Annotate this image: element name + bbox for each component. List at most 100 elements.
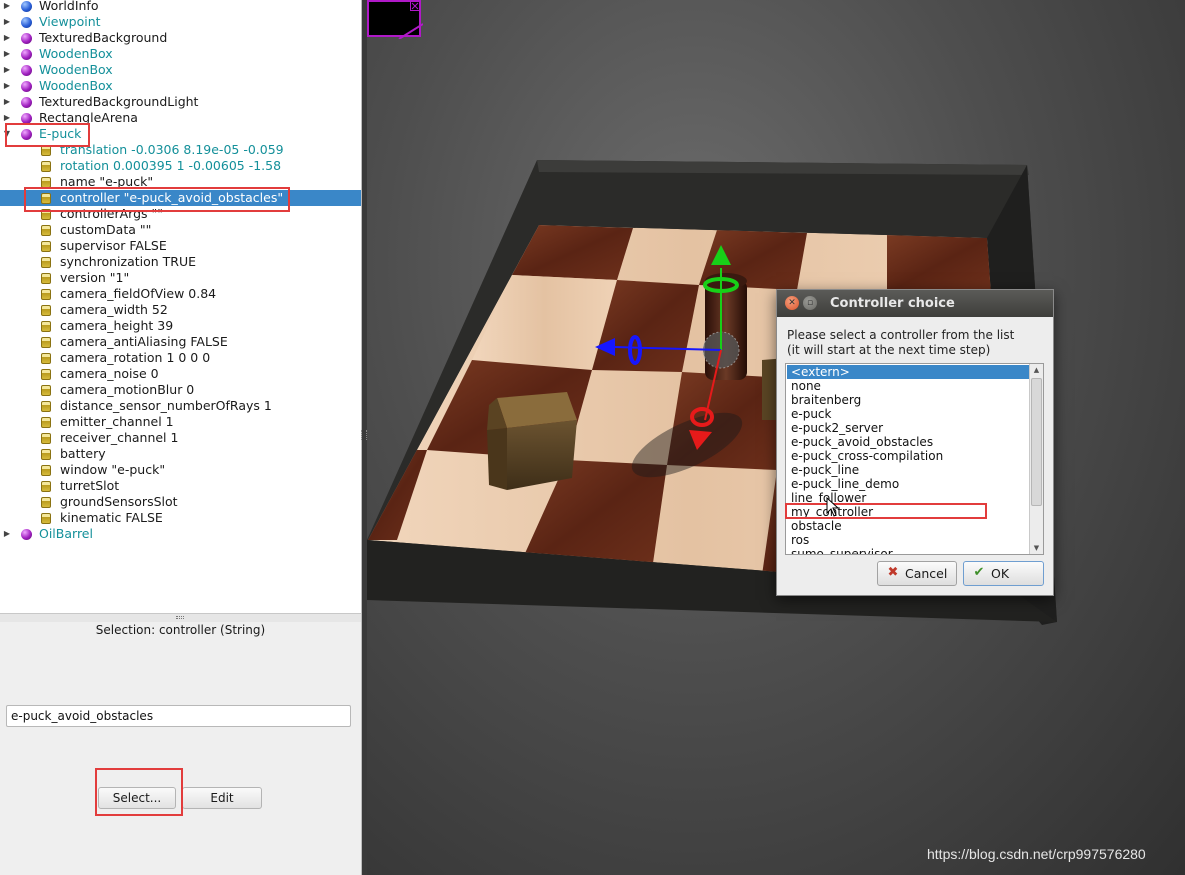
scene-tree[interactable]: ▶ WorldInfo ▶ Viewpoint ▶ TexturedBackground ▶… (0, 0, 361, 614)
tree-row-label: emitter_channel 1 (60, 414, 174, 429)
mouse-cursor-icon (826, 497, 840, 517)
ok-button[interactable]: ✔ OK (963, 561, 1044, 586)
tree-row[interactable]: ▶ RectangleArena (0, 110, 361, 126)
controller-list-item[interactable]: e-puck_avoid_obstacles (787, 435, 1029, 449)
minimize-icon[interactable]: ▫ (803, 296, 817, 310)
edit-button[interactable]: Edit (182, 787, 262, 809)
controller-value-field[interactable]: e-puck_avoid_obstacles (6, 705, 351, 727)
tree-splitter[interactable] (0, 614, 361, 622)
field-icon (41, 449, 51, 460)
tree-row[interactable]: version "1" (0, 270, 361, 286)
controller-list-item[interactable]: e-puck (787, 407, 1029, 421)
dialog-titlebar[interactable]: ✕ ▫ Controller choice (777, 290, 1053, 317)
watermark: https://blog.csdn.net/crp997576280 (927, 846, 1146, 862)
controller-list-item[interactable]: line_follower (787, 491, 1029, 505)
tree-row[interactable]: groundSensorsSlot (0, 494, 361, 510)
collapsed-arrow-icon[interactable]: ▶ (2, 526, 12, 542)
tree-row[interactable]: distance_sensor_numberOfRays 1 (0, 398, 361, 414)
collapsed-arrow-icon[interactable]: ▶ (2, 0, 12, 14)
controller-list-item[interactable]: sumo_supervisor (787, 547, 1029, 554)
collapsed-arrow-icon[interactable]: ▶ (2, 78, 12, 94)
tree-row[interactable]: ▶ WoodenBox (0, 62, 361, 78)
controller-list-item[interactable]: e-puck_cross-compilation (787, 449, 1029, 463)
select-button[interactable]: Select... (98, 787, 176, 809)
tree-row[interactable]: camera_antiAliasing FALSE (0, 334, 361, 350)
controller-list-item[interactable]: <extern> (787, 365, 1029, 379)
tree-row-label: controller "e-puck_avoid_obstacles" (60, 190, 284, 205)
tree-row[interactable]: camera_noise 0 (0, 366, 361, 382)
controller-list-item[interactable]: e-puck_line_demo (787, 477, 1029, 491)
tree-row[interactable]: synchronization TRUE (0, 254, 361, 270)
tree-row-label: camera_height 39 (60, 318, 174, 333)
tree-row[interactable]: supervisor FALSE (0, 238, 361, 254)
tree-row-label: battery (60, 446, 106, 461)
field-icon (41, 337, 51, 348)
tree-row[interactable]: camera_height 39 (0, 318, 361, 334)
scroll-thumb[interactable] (1031, 378, 1042, 506)
tree-row-label: customData "" (60, 222, 152, 237)
left-panel: ▶ WorldInfo ▶ Viewpoint ▶ TexturedBackground ▶… (0, 0, 362, 875)
node-purple-sphere-icon (21, 113, 32, 124)
tree-row[interactable]: ▶ TexturedBackgroundLight (0, 94, 361, 110)
expanded-arrow-icon[interactable]: ▼ (2, 126, 12, 142)
ok-button-label: OK (991, 566, 1010, 581)
list-scrollbar[interactable]: ▲ ▼ (1029, 364, 1043, 554)
controller-choice-dialog[interactable]: ✕ ▫ Controller choice Please select a co… (776, 289, 1054, 596)
tree-row[interactable]: camera_width 52 (0, 302, 361, 318)
controller-list-item[interactable]: my_controller (787, 505, 1029, 519)
tree-row[interactable]: kinematic FALSE (0, 510, 361, 526)
tree-row[interactable]: ▶ TexturedBackground (0, 30, 361, 46)
tree-row[interactable]: receiver_channel 1 (0, 430, 361, 446)
tree-row[interactable]: rotation 0.000395 1 -0.00605 -1.58 (0, 158, 361, 174)
tree-row[interactable]: ▶ WoodenBox (0, 78, 361, 94)
tree-row[interactable]: ▶ WoodenBox (0, 46, 361, 62)
collapsed-arrow-icon[interactable]: ▶ (2, 46, 12, 62)
camera-overlay[interactable] (367, 0, 423, 39)
tree-row-label: name "e-puck" (60, 174, 154, 189)
node-purple-sphere-icon (21, 33, 32, 44)
collapsed-arrow-icon[interactable]: ▶ (2, 94, 12, 110)
controller-list-item[interactable]: none (787, 379, 1029, 393)
controller-list-item[interactable]: ros (787, 533, 1029, 547)
tree-row[interactable]: camera_motionBlur 0 (0, 382, 361, 398)
scroll-down-icon[interactable]: ▼ (1030, 542, 1043, 554)
tree-row[interactable]: turretSlot (0, 478, 361, 494)
tree-row[interactable]: emitter_channel 1 (0, 414, 361, 430)
tree-row-label: camera_fieldOfView 0.84 (60, 286, 217, 301)
field-icon (41, 193, 51, 204)
tree-row-label: camera_width 52 (60, 302, 168, 317)
tree-row[interactable]: ▼ E-puck (0, 126, 361, 142)
tree-row-label: supervisor FALSE (60, 238, 167, 253)
tree-row[interactable]: translation -0.0306 8.19e-05 -0.059 (0, 142, 361, 158)
field-icon (41, 145, 51, 156)
cancel-button[interactable]: ✖ Cancel (877, 561, 957, 586)
field-icon (41, 289, 51, 300)
controller-list[interactable]: <extern> none braitenberg e-puck e-puck2_ser… (785, 363, 1044, 555)
tree-row[interactable]: ▶ OilBarrel (0, 526, 361, 542)
tree-row[interactable]: ▶ Viewpoint (0, 14, 361, 30)
scroll-up-icon[interactable]: ▲ (1030, 364, 1043, 376)
tree-row[interactable]: window "e-puck" (0, 462, 361, 478)
controller-list-item[interactable]: e-puck_line (787, 463, 1029, 477)
tree-row[interactable]: camera_fieldOfView 0.84 (0, 286, 361, 302)
tree-row[interactable]: controller "e-puck_avoid_obstacles" (0, 190, 361, 206)
tree-row[interactable]: customData "" (0, 222, 361, 238)
tree-row[interactable]: ▶ WorldInfo (0, 0, 361, 14)
tree-row-label: rotation 0.000395 1 -0.00605 -1.58 (60, 158, 282, 173)
tree-row[interactable]: name "e-puck" (0, 174, 361, 190)
collapsed-arrow-icon[interactable]: ▶ (2, 110, 12, 126)
controller-list-item[interactable]: braitenberg (787, 393, 1029, 407)
tree-row-label: WoodenBox (39, 62, 113, 77)
tree-row[interactable]: controllerArgs "" (0, 206, 361, 222)
field-icon (41, 177, 51, 188)
controller-list-item[interactable]: e-puck2_server (787, 421, 1029, 435)
close-icon[interactable]: ✕ (785, 296, 799, 310)
collapsed-arrow-icon[interactable]: ▶ (2, 62, 12, 78)
collapsed-arrow-icon[interactable]: ▶ (2, 30, 12, 46)
tree-row[interactable]: battery (0, 446, 361, 462)
tree-row-label: camera_motionBlur 0 (60, 382, 195, 397)
controller-list-item[interactable]: obstacle (787, 519, 1029, 533)
field-icon (41, 273, 51, 284)
collapsed-arrow-icon[interactable]: ▶ (2, 14, 12, 30)
tree-row[interactable]: camera_rotation 1 0 0 0 (0, 350, 361, 366)
